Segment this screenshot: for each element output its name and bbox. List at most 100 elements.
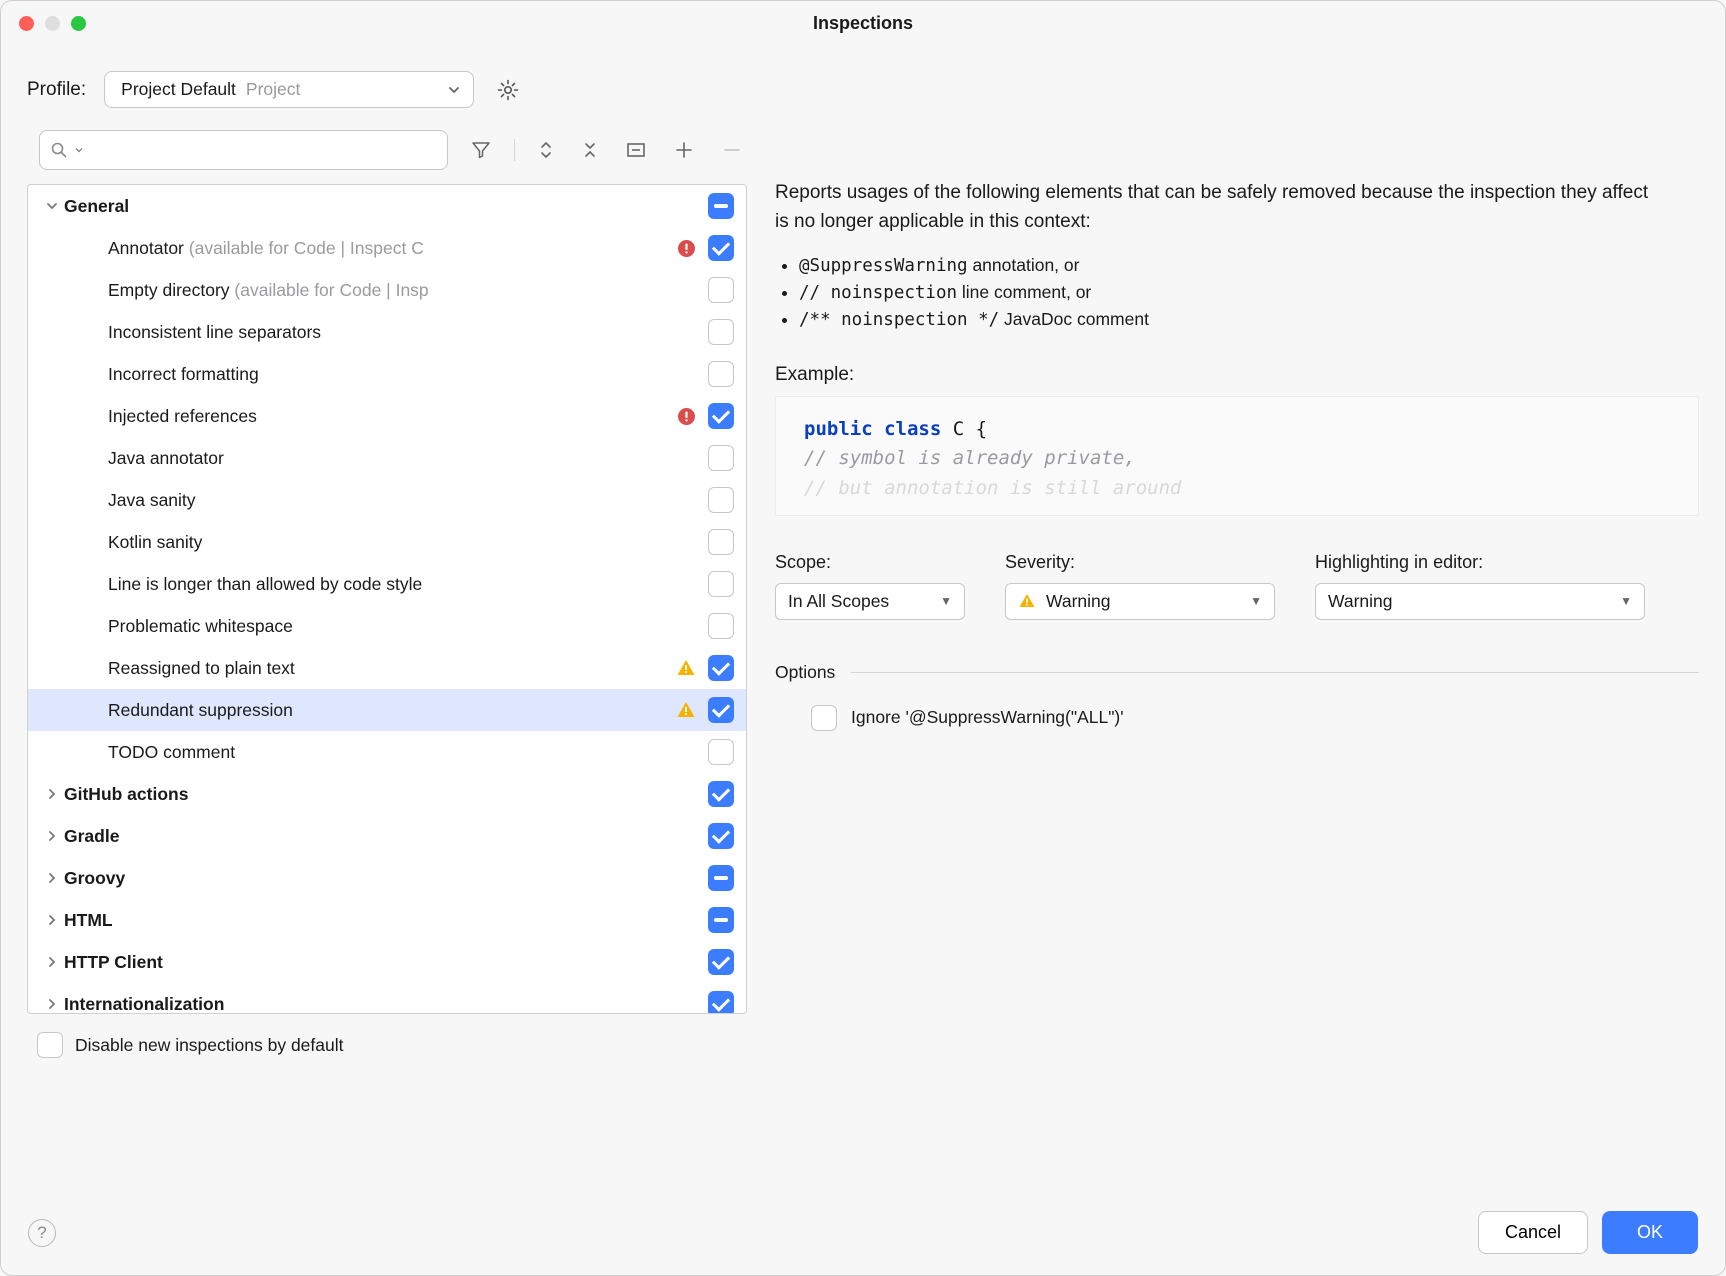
inspection-checkbox[interactable] xyxy=(708,907,734,933)
bullet-item: @SuppressWarning annotation, or xyxy=(799,255,1699,276)
reset-button[interactable] xyxy=(621,137,651,163)
tree-group[interactable]: Internationalization xyxy=(28,983,746,1014)
disclosure-icon xyxy=(40,871,64,885)
tree-group-label: HTML xyxy=(64,910,696,931)
tree-item[interactable]: Inconsistent line separators xyxy=(28,311,746,353)
cancel-button[interactable]: Cancel xyxy=(1478,1211,1588,1254)
inspection-checkbox[interactable] xyxy=(708,571,734,597)
tree-item-label: Kotlin sanity xyxy=(108,532,696,553)
profile-select[interactable]: Project Default Project xyxy=(104,71,474,108)
example-label: Example: xyxy=(775,364,1699,386)
collapse-all-button[interactable] xyxy=(577,137,603,163)
profile-settings-button[interactable] xyxy=(492,74,524,106)
inspection-checkbox[interactable] xyxy=(708,193,734,219)
inspection-checkbox[interactable] xyxy=(708,487,734,513)
inspection-checkbox[interactable] xyxy=(708,823,734,849)
inspection-checkbox[interactable] xyxy=(708,235,734,261)
disclosure-icon xyxy=(40,199,64,213)
tree-group-label: HTTP Client xyxy=(64,952,696,973)
search-input[interactable] xyxy=(39,130,448,170)
tree-item[interactable]: Injected references xyxy=(28,395,746,437)
minimize-window-button xyxy=(45,16,60,31)
scope-select[interactable]: In All Scopes ▼ xyxy=(775,583,965,620)
maximize-window-button[interactable] xyxy=(71,16,86,31)
expand-all-button[interactable] xyxy=(533,137,559,163)
tree-item-label: Injected references xyxy=(108,406,677,427)
tree-item[interactable]: Problematic whitespace xyxy=(28,605,746,647)
inspection-bullets: @SuppressWarning annotation, or // noinsp… xyxy=(775,237,1699,330)
tree-group-label: GitHub actions xyxy=(64,784,696,805)
search-icon xyxy=(50,141,68,159)
tree-item[interactable]: Incorrect formatting xyxy=(28,353,746,395)
gear-icon xyxy=(496,78,520,102)
inspection-checkbox[interactable] xyxy=(708,991,734,1014)
inspection-checkbox[interactable] xyxy=(708,739,734,765)
tree-item[interactable]: Line is longer than allowed by code styl… xyxy=(28,563,746,605)
inspection-checkbox[interactable] xyxy=(708,403,734,429)
bullet-item: // noinspection line comment, or xyxy=(799,282,1699,303)
tree-item[interactable]: Empty directory (available for Code | In… xyxy=(28,269,746,311)
tree-item[interactable]: TODO comment xyxy=(28,731,746,773)
chevron-down-icon xyxy=(74,145,84,155)
add-button[interactable] xyxy=(669,137,699,163)
scope-label: Scope: xyxy=(775,552,965,573)
highlight-label: Highlighting in editor: xyxy=(1315,552,1645,573)
inspection-checkbox[interactable] xyxy=(708,655,734,681)
inspection-description: Reports usages of the following elements… xyxy=(775,178,1655,237)
disable-new-inspections-checkbox[interactable] xyxy=(37,1032,63,1058)
ok-button[interactable]: OK xyxy=(1602,1211,1698,1254)
tree-item-label: Incorrect formatting xyxy=(108,364,696,385)
inspection-checkbox[interactable] xyxy=(708,445,734,471)
tree-item[interactable]: Kotlin sanity xyxy=(28,521,746,563)
inspection-checkbox[interactable] xyxy=(708,697,734,723)
profile-label: Profile: xyxy=(27,79,86,101)
tree-group[interactable]: HTML xyxy=(28,899,746,941)
inspection-checkbox[interactable] xyxy=(708,277,734,303)
code-example: public class C { // symbol is already pr… xyxy=(775,396,1699,516)
tree-item-label: Java annotator xyxy=(108,448,696,469)
filter-button[interactable] xyxy=(466,137,496,163)
inspection-checkbox[interactable] xyxy=(708,781,734,807)
remove-button[interactable] xyxy=(717,137,747,163)
inspection-checkbox[interactable] xyxy=(708,529,734,555)
tree-group[interactable]: HTTP Client xyxy=(28,941,746,983)
tree-group-label: General xyxy=(64,196,696,217)
ignore-all-checkbox[interactable] xyxy=(811,705,837,731)
inspection-checkbox[interactable] xyxy=(708,319,734,345)
close-window-button[interactable] xyxy=(19,16,34,31)
inspection-checkbox[interactable] xyxy=(708,865,734,891)
highlight-select[interactable]: Warning ▼ xyxy=(1315,583,1645,620)
tree-item[interactable]: Redundant suppression xyxy=(28,689,746,731)
warning-icon xyxy=(676,658,696,678)
dialog-footer: ? Cancel OK xyxy=(0,1189,1726,1276)
severity-select[interactable]: Warning ▼ xyxy=(1005,583,1275,620)
reset-icon xyxy=(625,139,647,161)
inspection-checkbox[interactable] xyxy=(708,361,734,387)
profile-value: Project Default xyxy=(121,79,236,100)
tree-group[interactable]: GitHub actions xyxy=(28,773,746,815)
tree-item[interactable]: Annotator (available for Code | Inspect … xyxy=(28,227,746,269)
tree-item-label: Inconsistent line separators xyxy=(108,322,696,343)
tree-item[interactable]: Java annotator xyxy=(28,437,746,479)
tree-group[interactable]: Groovy xyxy=(28,857,746,899)
error-icon xyxy=(677,407,696,426)
inspection-checkbox[interactable] xyxy=(708,949,734,975)
tree-item-label: TODO comment xyxy=(108,742,696,763)
disclosure-icon xyxy=(40,997,64,1011)
tree-group[interactable]: General xyxy=(28,185,746,227)
disclosure-icon xyxy=(40,829,64,843)
tree-group[interactable]: Gradle xyxy=(28,815,746,857)
tree-item[interactable]: Java sanity xyxy=(28,479,746,521)
tree-item-label: Empty directory (available for Code | In… xyxy=(108,280,696,301)
severity-label: Severity: xyxy=(1005,552,1275,573)
window-title: Inspections xyxy=(1,13,1725,34)
inspection-checkbox[interactable] xyxy=(708,613,734,639)
disclosure-icon xyxy=(40,787,64,801)
tree-item[interactable]: Reassigned to plain text xyxy=(28,647,746,689)
collapse-icon xyxy=(581,139,599,161)
chevron-down-icon: ▼ xyxy=(1250,594,1262,608)
help-button[interactable]: ? xyxy=(28,1219,56,1247)
disable-new-inspections-label: Disable new inspections by default xyxy=(75,1035,344,1056)
expand-icon xyxy=(537,139,555,161)
inspections-tree[interactable]: General Annotator (available for Code | I… xyxy=(27,184,747,1014)
